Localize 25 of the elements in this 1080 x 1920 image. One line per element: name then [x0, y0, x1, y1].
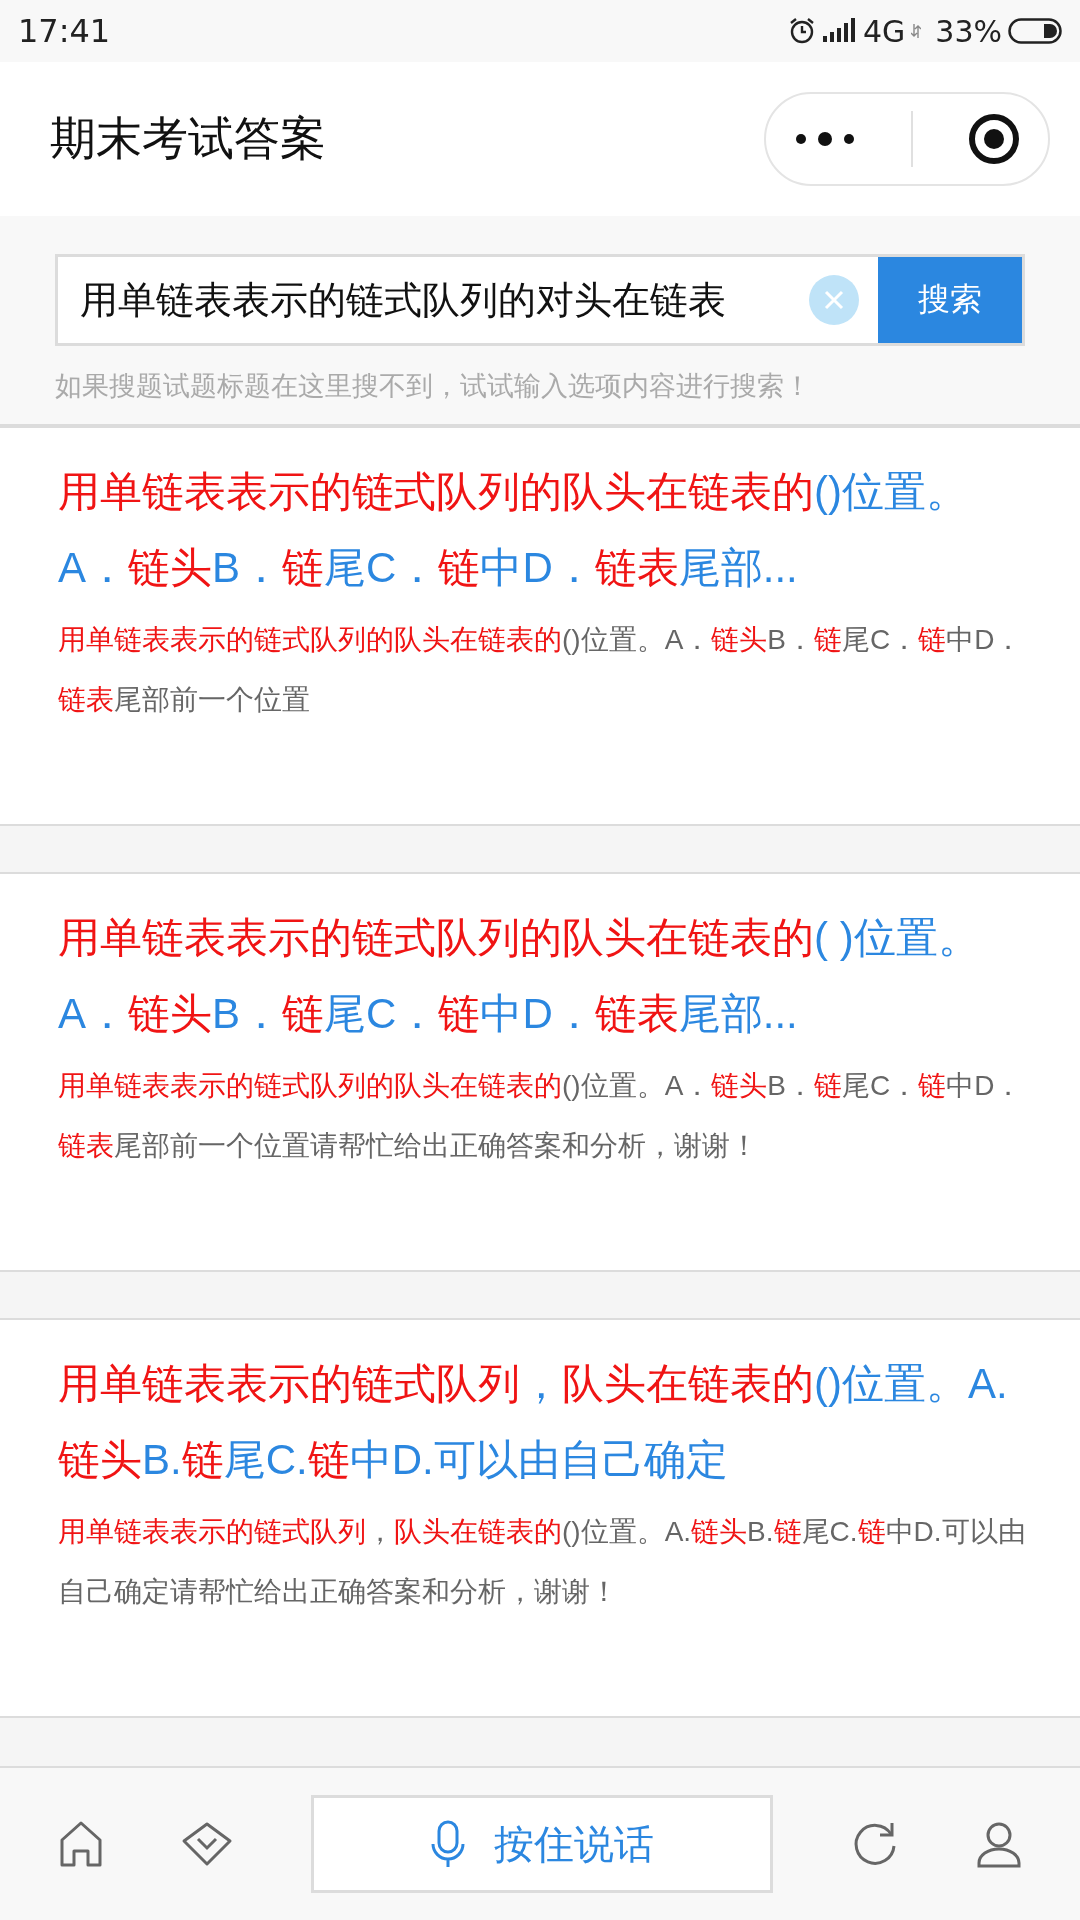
voice-button[interactable]: 按住说话 — [311, 1795, 773, 1893]
search-hint: 如果搜题试题标题在这里搜不到，试试输入选项内容进行搜索！ — [55, 369, 812, 403]
result-title: 用单链表表示的链式队列，队头在链表的()位置。A. 链头B.链尾C.链中D.可以由自己确定 — [58, 1359, 1009, 1485]
result-snippet: 用单链表表示的链式队列的队头在链表的()位置。A．链头B．链尾C．链中D． 链表尾部前一个位置请帮忙给出正确答案和分析，谢谢！ — [58, 1069, 1024, 1163]
diamond-icon[interactable] — [181, 1821, 233, 1867]
result-title: 用单链表表示的链式队列的队头在链表的()位置。A．链头B．链尾C．链中D．链表尾部... — [58, 467, 969, 593]
more-icon[interactable] — [793, 131, 857, 147]
result-card[interactable]: 用单链表表示的链式队列的队头在链表的()位置。A．链头B．链尾C．链中D．链表尾部... 用单链表表示的链式队列的队头在链表的()位置。A．链头B．链尾C．链中D． 链表尾部前一个位置 — [0, 426, 1080, 826]
result-snippet: 用单链表表示的链式队列的队头在链表的()位置。A．链头B．链尾C．链中D． 链表尾部前一个位置 — [58, 623, 1024, 717]
page-title: 期末考试答案 — [50, 110, 326, 167]
result-title: 用单链表表示的链式队列的队头在链表的( )位置。A．链头B．链尾C．链中D．链表尾部... — [58, 913, 981, 1039]
search-field[interactable]: 用单链表表示的链式队列的对头在链表 — [58, 257, 878, 343]
signal-icon — [822, 18, 857, 44]
network-type: 4G — [862, 13, 906, 49]
data-arrows-icon — [911, 24, 922, 38]
result-card[interactable]: 用单链表表示的链式队列的队头在链表的( )位置。A．链头B．链尾C．链中D．链表尾部... 用单链表表示的链式队列的队头在链表的()位置。A．链头B．链尾C．链中D． 链表尾部前一个位置请帮忙给出正确答案和分析，谢谢！ — [0, 872, 1080, 1272]
user-icon[interactable] — [977, 1820, 1021, 1868]
result-snippet: 用单链表表示的链式队列，队头在链表的()位置。A.链头B.链尾C.链中D.可以由自己确定请帮忙给出正确答案和分析，谢谢！ — [58, 1515, 1027, 1609]
status-time: 17:41 — [18, 12, 111, 50]
search-button[interactable]: 搜索 — [878, 257, 1022, 343]
battery-percent: 33% — [935, 13, 1002, 49]
battery-icon — [1008, 18, 1062, 44]
microphone-icon — [430, 1820, 466, 1868]
result-card[interactable]: 用单链表表示的链式队列，队头在链表的()位置。A. 链头B.链尾C.链中D.可以由自己确定 用单链表表示的链式队列，队头在链表的()位置。A.链头B.链尾C.链中D.可以由自己确定请帮忙给出正确答案和分析，谢谢！ — [0, 1318, 1080, 1718]
home-icon[interactable] — [59, 1820, 103, 1868]
